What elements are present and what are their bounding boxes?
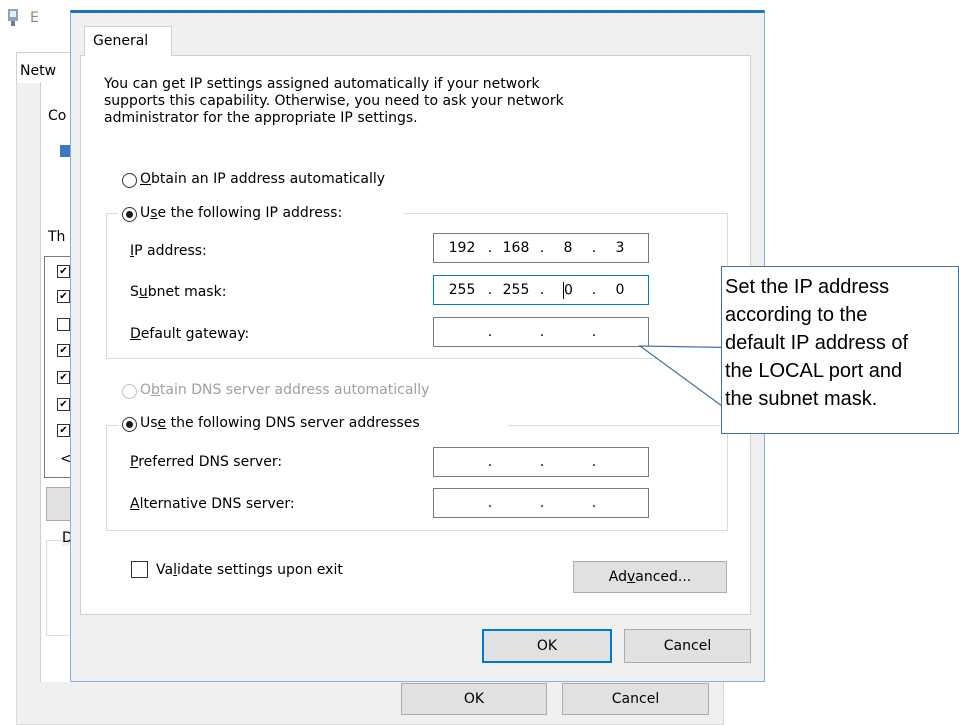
- callout-note: Set the IP address according to the defa…: [721, 266, 959, 434]
- tab-general[interactable]: General: [84, 26, 172, 56]
